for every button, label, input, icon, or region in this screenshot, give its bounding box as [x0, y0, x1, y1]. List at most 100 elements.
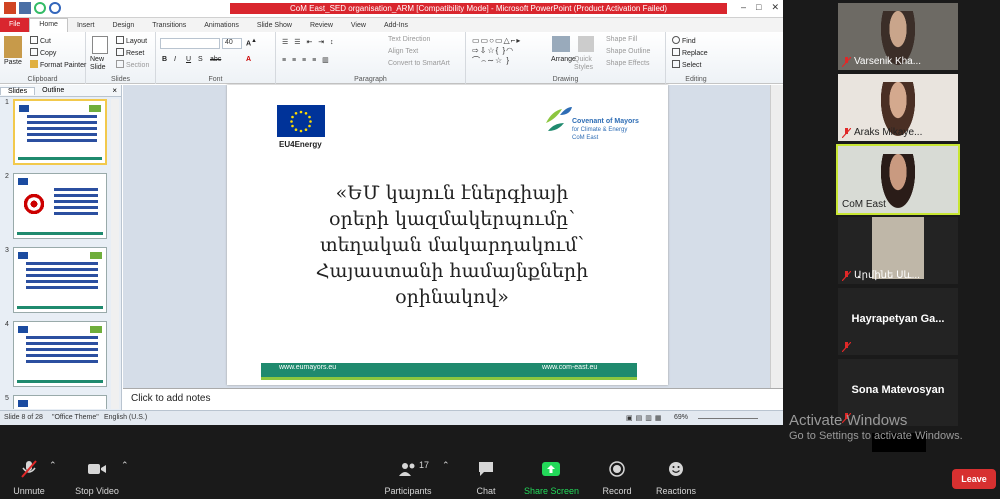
tab-slide-show[interactable]: Slide Show: [248, 22, 301, 29]
italic-button[interactable]: I: [174, 56, 176, 63]
tab-design[interactable]: Design: [103, 22, 143, 29]
slide-thumbnail[interactable]: 1: [2, 99, 110, 167]
notes-field[interactable]: Click to add notes: [123, 388, 783, 410]
tab-review[interactable]: Review: [301, 22, 342, 29]
participant-tile[interactable]: Արմինե Սև...: [838, 217, 958, 284]
tab-file[interactable]: File: [0, 18, 30, 32]
close-icon[interactable]: ✕: [771, 2, 779, 13]
chat-icon: [479, 462, 493, 476]
tab-outline[interactable]: Outline: [35, 87, 71, 94]
reactions-button[interactable]: Reactions: [654, 460, 698, 496]
grow-font-icon[interactable]: A▲: [246, 38, 257, 47]
record-button[interactable]: Record: [601, 460, 633, 496]
activation-watermark-text: Go to Settings to activate Windows.: [789, 430, 963, 442]
participant-tile[interactable]: Araks Mikaye...: [838, 74, 958, 141]
new-slide-button[interactable]: New Slide: [90, 56, 112, 72]
tab-view[interactable]: View: [342, 22, 375, 29]
participants-count: 17: [419, 460, 430, 470]
zoom-slider[interactable]: [698, 418, 758, 419]
participant-tile-active[interactable]: CoM East: [836, 144, 960, 215]
convert-smartart-button[interactable]: Convert to SmartArt: [388, 60, 450, 67]
eu-stars-icon: [290, 110, 312, 133]
redo-icon[interactable]: [49, 2, 61, 14]
zoom-level[interactable]: 69%: [674, 414, 688, 421]
participant-tile[interactable]: Hayrapetyan Ga...: [838, 288, 958, 355]
underline-button[interactable]: U: [186, 56, 191, 63]
covenant-region: CoM East: [572, 135, 599, 141]
quick-styles-button[interactable]: Quick Styles: [574, 56, 600, 72]
font-group: 40 A▲ B I U S abc A Font: [156, 32, 276, 84]
reset-button[interactable]: Reset: [116, 48, 144, 57]
tab-animations[interactable]: Animations: [195, 22, 248, 29]
language[interactable]: English (U.S.): [104, 414, 147, 421]
slide-title[interactable]: «ԵՄ կայուն էներգիայի օրերի կազմակերպումը…: [287, 180, 617, 310]
chevron-up-icon[interactable]: ⌃: [121, 460, 129, 471]
slide-thumbnail[interactable]: 4: [2, 321, 110, 389]
layout-button[interactable]: Layout: [116, 36, 147, 45]
slide-number: 5: [5, 395, 9, 402]
participant-name: Hayrapetyan Ga...: [851, 313, 945, 325]
cut-button[interactable]: Cut: [30, 36, 51, 45]
tab-transitions[interactable]: Transitions: [143, 22, 195, 29]
slide-counter: Slide 8 of 28: [4, 414, 43, 421]
shape-fill-button[interactable]: Shape Fill: [606, 36, 637, 43]
align-buttons[interactable]: ≡ ≡ ≡ ≡ ▥: [282, 56, 331, 64]
slide-thumbnail[interactable]: 3: [2, 247, 110, 315]
participant-name: Արմինե Սև...: [854, 270, 920, 281]
font-size-select[interactable]: 40: [222, 38, 242, 49]
copy-button[interactable]: Copy: [30, 48, 56, 57]
section-button[interactable]: Section: [116, 60, 149, 69]
tab-add-ins[interactable]: Add-Ins: [375, 22, 417, 29]
quick-styles-icon[interactable]: [578, 36, 594, 52]
text-direction-button[interactable]: Text Direction: [388, 36, 430, 43]
find-button[interactable]: Find: [672, 36, 696, 45]
minimize-icon[interactable]: –: [741, 2, 746, 13]
shape-effects-button[interactable]: Shape Effects: [606, 60, 649, 67]
muted-mic-icon: [842, 342, 851, 352]
paste-icon[interactable]: [4, 36, 22, 58]
format-painter-button[interactable]: Format Painter: [30, 60, 86, 69]
powerpoint-icon[interactable]: [4, 2, 16, 14]
slide-thumbnail[interactable]: 2: [2, 173, 110, 241]
undo-icon[interactable]: [34, 2, 46, 14]
bold-button[interactable]: B: [162, 56, 167, 63]
replace-button[interactable]: Replace: [672, 48, 708, 57]
align-text-button[interactable]: Align Text: [388, 48, 418, 55]
new-slide-icon[interactable]: [92, 36, 108, 54]
slide-thumbnail[interactable]: 5: [2, 395, 110, 409]
font-family-select[interactable]: [160, 38, 220, 49]
tab-home[interactable]: Home: [29, 18, 68, 32]
maximize-icon[interactable]: □: [756, 2, 761, 13]
stop-video-button[interactable]: Stop Video: [74, 460, 120, 496]
tab-slides[interactable]: Slides: [0, 86, 36, 95]
pane-scrollbar[interactable]: [111, 99, 119, 409]
close-icon[interactable]: ×: [112, 86, 117, 95]
chat-button[interactable]: Chat: [472, 460, 500, 496]
chevron-up-icon[interactable]: ⌃: [442, 460, 450, 471]
arrange-icon[interactable]: [552, 36, 570, 52]
share-screen-button[interactable]: Share Screen: [524, 460, 579, 496]
list-buttons[interactable]: ☰ ☰ ⇤ ⇥ ↕: [282, 38, 336, 46]
paste-button[interactable]: Paste: [4, 59, 22, 66]
slide-scrollbar[interactable]: [770, 85, 783, 390]
quick-access-toolbar: [4, 2, 61, 14]
tab-insert[interactable]: Insert: [68, 22, 104, 29]
slides-group: New Slide Layout Reset Section Slides: [86, 32, 156, 84]
section-icon: [116, 60, 124, 68]
leave-button[interactable]: Leave: [952, 469, 996, 489]
save-icon[interactable]: [19, 2, 31, 14]
participants-button[interactable]: 17 Participants: [384, 460, 432, 496]
chevron-up-icon[interactable]: ⌃: [49, 460, 57, 471]
strikethrough-button[interactable]: abc: [210, 56, 221, 63]
shape-outline-button[interactable]: Shape Outline: [606, 48, 650, 55]
record-icon: [609, 461, 625, 477]
arrange-button[interactable]: Arrange: [551, 56, 576, 63]
font-color-button[interactable]: A: [246, 56, 251, 63]
unmute-button[interactable]: Unmute: [10, 460, 48, 496]
shapes-gallery[interactable]: ▭▭○▭△⌐▸ ⇨⇩☆{ }◠ ⌒⌢∼☆ }: [472, 36, 548, 68]
drawing-group: ▭▭○▭△⌐▸ ⇨⇩☆{ }◠ ⌒⌢∼☆ } Arrange Quick Sty…: [466, 32, 666, 84]
view-buttons[interactable]: ▣▤▥▦: [626, 414, 664, 422]
select-button[interactable]: Select: [672, 60, 701, 69]
shadow-button[interactable]: S: [198, 56, 203, 63]
participant-tile[interactable]: Varsenik Kha...: [838, 3, 958, 70]
